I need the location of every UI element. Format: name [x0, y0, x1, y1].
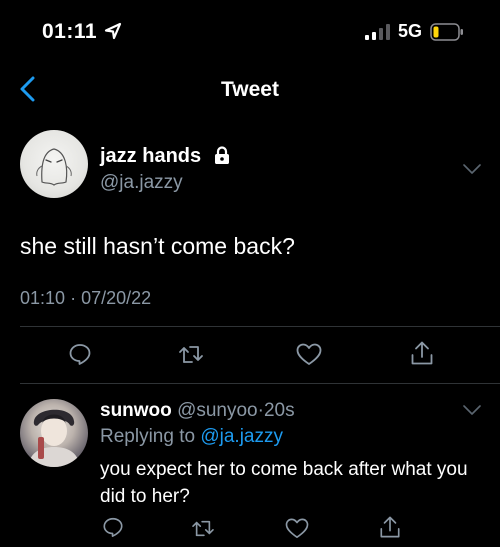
status-bar: 01:11 5G: [0, 0, 500, 56]
share-icon: [380, 516, 400, 538]
like-button[interactable]: [296, 343, 322, 366]
status-time: 01:11: [42, 20, 98, 43]
reply-icon: [103, 517, 123, 537]
share-button[interactable]: [410, 340, 434, 366]
page-title: Tweet: [221, 78, 279, 101]
retweet-icon: [192, 520, 214, 537]
retweet-icon: [179, 346, 203, 363]
replying-to-label: Replying to: [100, 426, 201, 447]
location-arrow-icon: [104, 22, 122, 40]
ghost-drawing-image: [36, 148, 72, 186]
retweet-button[interactable]: [178, 343, 204, 365]
like-icon: [285, 518, 309, 538]
reply-icon: [69, 344, 91, 365]
reply-time: 20s: [263, 400, 295, 421]
reply-like-button[interactable]: [285, 518, 309, 539]
divider: [20, 383, 500, 384]
tweet-options-chevron-icon[interactable]: [463, 164, 481, 174]
reply-share-button[interactable]: [379, 515, 401, 539]
tweet-text: she still hasn’t come back?: [20, 233, 295, 259]
author-name[interactable]: jazz hands: [100, 145, 201, 168]
author-avatar[interactable]: [20, 130, 88, 198]
tweet-timestamp: 01:10 · 07/20/22: [20, 288, 151, 309]
share-icon: [411, 341, 433, 365]
like-icon: [296, 343, 322, 365]
lock-icon: [215, 146, 229, 164]
divider: [20, 326, 500, 327]
tweet-meta-separator: ·: [70, 288, 77, 308]
reply-author-name[interactable]: sunwoo: [100, 400, 172, 421]
reply-button[interactable]: [68, 342, 92, 366]
reply-options-chevron-icon[interactable]: [463, 405, 481, 415]
navigation-bar: Tweet: [0, 62, 500, 114]
network-type: 5G: [398, 21, 423, 41]
tweet-time: 01:10: [20, 288, 66, 308]
reply-reply-button[interactable]: [102, 516, 124, 538]
reply-author-handle[interactable]: @sunyoo: [177, 400, 258, 421]
replying-to-mention-link[interactable]: @ja.jazzy: [200, 426, 283, 447]
replying-to-line: Replying to @ja.jazzy: [100, 426, 283, 448]
profile-photo-image: [28, 409, 80, 467]
cellular-signal-icon: [365, 24, 390, 40]
reply-header: sunwoo @sunyoo·20s: [100, 400, 295, 422]
author-handle[interactable]: @ja.jazzy: [100, 172, 183, 194]
battery-low-icon: [430, 23, 463, 41]
tweet-date: 07/20/22: [81, 288, 152, 308]
reply-author-avatar[interactable]: [20, 399, 88, 467]
reply-retweet-button[interactable]: [191, 518, 215, 538]
reply-text: you expect her to come back after what y…: [100, 459, 468, 507]
